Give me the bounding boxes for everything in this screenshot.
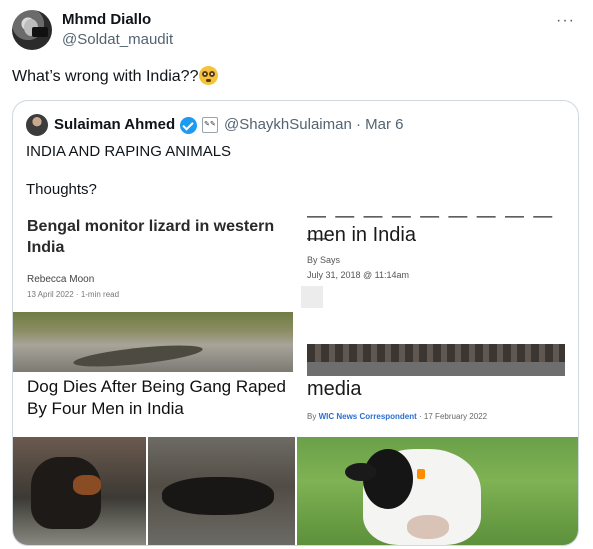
card1-date: 13 April 2022 · 1-min read	[27, 290, 120, 299]
affiliate-badge-icon[interactable]: ✎✎	[202, 117, 218, 133]
media-image-4[interactable]	[297, 437, 578, 545]
dog-photo-1	[13, 437, 146, 545]
media-grid: Bengal monitor lizard in western India R…	[13, 216, 578, 545]
quoted-tweet[interactable]: Sulaiman Ahmed ✎✎ @ShaykhSulaiman · Mar …	[12, 100, 579, 546]
card1-headline: Bengal monitor lizard in western India	[27, 218, 275, 256]
card2-time: July 31, 2018 @ 11:14am	[307, 270, 410, 280]
calf-ear	[345, 463, 377, 481]
flushed-face-icon	[199, 66, 219, 85]
quoted-text-line1: INDIA AND RAPING ANIMALS	[26, 143, 232, 160]
avatar-camera	[32, 27, 48, 37]
more-icon[interactable]: ···	[556, 12, 575, 30]
dog-snout-1	[73, 475, 101, 495]
card2-credit: By WIC News Correspondent · 17 February …	[307, 412, 487, 421]
card2-thumb	[301, 286, 323, 308]
credit-author[interactable]: WIC News Correspondent	[319, 412, 417, 421]
rope-photo	[307, 344, 565, 376]
quoted-handle-date[interactable]: @ShaykhSulaiman · Mar 6	[224, 116, 403, 133]
card1-byline: Rebecca Moon	[27, 274, 95, 285]
quoted-text-line2: Thoughts?	[26, 181, 97, 198]
quoted-author-name[interactable]: Sulaiman Ahmed	[54, 116, 175, 133]
calf-ear-tag	[417, 469, 425, 479]
author-handle[interactable]: @Soldat_maudit	[62, 31, 173, 48]
lizard-photo	[13, 312, 293, 372]
card1-headline2: Dog Dies After Being Gang Raped By Four …	[27, 377, 286, 418]
tweet-text: What’s wrong with India??	[12, 66, 219, 86]
media-image-1[interactable]: Bengal monitor lizard in western India R…	[13, 216, 295, 435]
quoted-avatar[interactable]	[26, 114, 48, 136]
card2-headline: men in India	[307, 224, 416, 246]
media-image-3[interactable]	[13, 437, 295, 545]
verified-badge-icon[interactable]	[180, 117, 197, 134]
author-name[interactable]: Mhmd Diallo	[62, 11, 151, 28]
calf-photo	[297, 437, 578, 545]
dog-body-2	[162, 477, 274, 515]
author-avatar[interactable]	[12, 10, 52, 50]
credit-prefix: By	[307, 412, 317, 421]
media-image-2[interactable]: — — — — — — — — — — men in India By Says…	[297, 216, 578, 435]
tweet-text-content: What’s wrong with India??	[12, 68, 199, 85]
dog-photo-2	[148, 437, 295, 545]
lizard-shape	[72, 341, 204, 371]
credit-date: · 17 February 2022	[419, 412, 488, 421]
card2-headline2: media	[307, 378, 362, 400]
calf-nose	[407, 515, 449, 539]
calf-shape	[345, 449, 481, 545]
card2-by: By Says	[307, 255, 341, 265]
